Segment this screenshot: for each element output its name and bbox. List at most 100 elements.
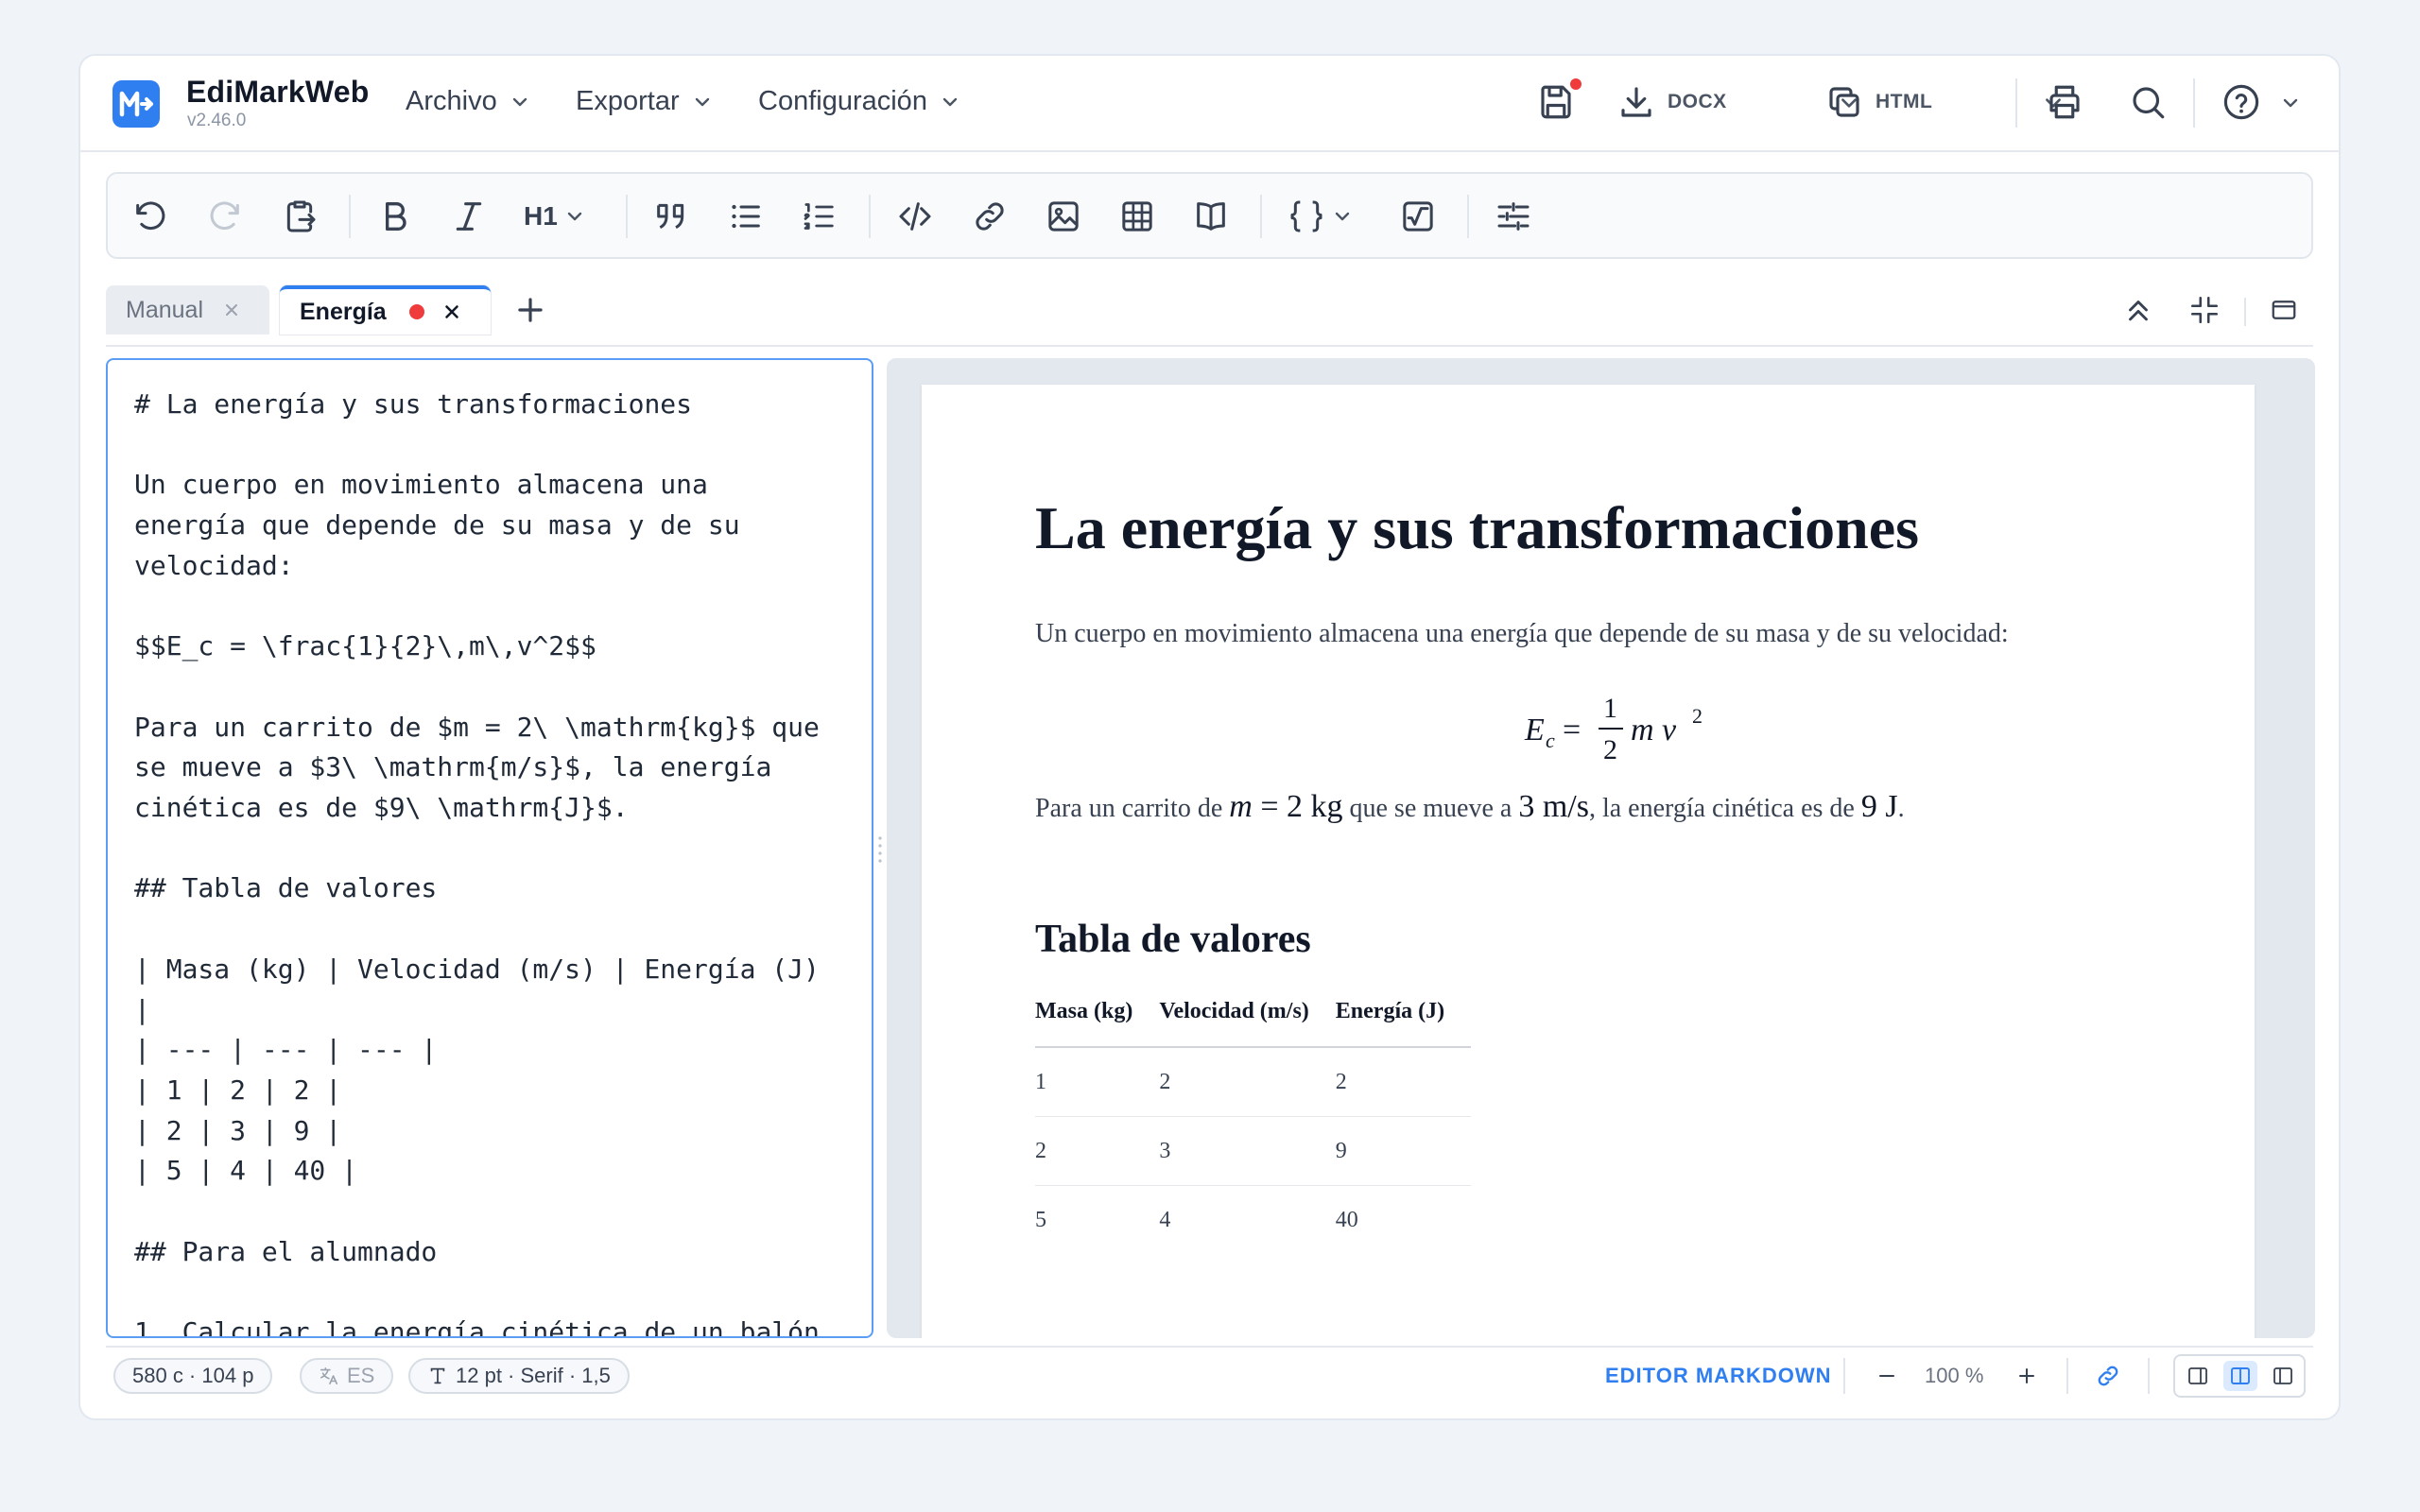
- search-icon: [2133, 87, 2165, 119]
- tabs-underline: [106, 345, 2313, 347]
- plus-icon: [2019, 1368, 2034, 1383]
- markdown-editor[interactable]: # La energía y sus transformaciones Un c…: [106, 358, 873, 1338]
- preview-subtitle: Tabla de valores: [1035, 918, 1311, 961]
- preview-table: Masa (kg) Velocidad (m/s) Energía (J) 1 …: [1035, 999, 1472, 1254]
- font-settings: 12 pt · Serif · 1,5: [456, 1364, 611, 1387]
- help-dropdown[interactable]: [2281, 94, 2300, 112]
- format-settings-button[interactable]: [1495, 198, 1532, 235]
- redo-button[interactable]: [206, 198, 244, 235]
- image-icon: [1048, 201, 1079, 232]
- redo-icon: [210, 201, 239, 231]
- math-inline: m: [1229, 789, 1253, 824]
- sync-scroll-button[interactable]: [2091, 1359, 2125, 1393]
- code-button[interactable]: [896, 198, 934, 235]
- table-header-cell: Energía (J): [1335, 999, 1472, 1048]
- font-settings-badge[interactable]: 12 pt · Serif · 1,5: [408, 1358, 630, 1394]
- reading-button[interactable]: [1192, 198, 1230, 235]
- document-stats-badge[interactable]: 580 c · 104 p: [113, 1358, 273, 1394]
- math-inline: = 2 kg: [1252, 789, 1343, 824]
- export-docx-button[interactable]: DOCX: [1616, 82, 1727, 122]
- collapse-toolbar-button[interactable]: [2122, 294, 2154, 331]
- square-root-icon: [1403, 201, 1433, 232]
- zoom-level: 100 %: [1925, 1364, 1984, 1387]
- close-icon[interactable]: [222, 301, 241, 319]
- text-run: que se mueve a: [1342, 794, 1519, 823]
- toolbar-divider: [869, 195, 871, 238]
- status-divider: [106, 1346, 2313, 1348]
- formula-lhs: E: [1524, 713, 1545, 747]
- help-button[interactable]: [2221, 82, 2261, 122]
- header-divider: [2015, 78, 2017, 128]
- menu-settings[interactable]: Configuración: [758, 86, 959, 117]
- image-button[interactable]: [1045, 198, 1082, 235]
- chevron-down-icon: [942, 97, 958, 106]
- search-button[interactable]: [2128, 82, 2168, 122]
- code-block-dropdown[interactable]: [1288, 198, 1352, 235]
- plus-icon: [518, 298, 543, 322]
- tab-label: Energía: [300, 298, 387, 325]
- tab-manual[interactable]: Manual: [106, 285, 269, 335]
- table-header-cell: Velocidad (m/s): [1159, 999, 1336, 1048]
- copy-html-button[interactable]: HTML: [1824, 82, 1932, 122]
- menu-export[interactable]: Exportar: [576, 86, 712, 117]
- header-bar: EdiMarkWeb v2.46.0 Archivo Exportar Conf…: [80, 56, 2339, 152]
- zoom-in-button[interactable]: [2010, 1359, 2044, 1393]
- formula-rhs: m v: [1631, 713, 1677, 747]
- math-inline: 9 J: [1860, 789, 1898, 824]
- toolbar-divider: [349, 195, 351, 238]
- braces-icon: [1290, 200, 1322, 232]
- link-icon: [2098, 1366, 2118, 1386]
- table-cell: 2: [1335, 1047, 1472, 1117]
- view-preview-only-button[interactable]: [2266, 1361, 2300, 1391]
- minimize-button[interactable]: [2188, 294, 2221, 331]
- link-icon: [976, 202, 1004, 231]
- minimize-icon: [2190, 296, 2219, 324]
- bold-button[interactable]: [376, 198, 414, 235]
- status-divider-v: [2148, 1358, 2150, 1394]
- text-run: Para un carrito de: [1035, 794, 1230, 823]
- language-badge[interactable]: ES: [300, 1358, 394, 1394]
- app-version: v2.46.0: [187, 111, 247, 130]
- table-row: 2 3 9: [1035, 1116, 1472, 1186]
- quote-icon: [657, 203, 684, 230]
- math-inline: 3 m/s: [1518, 789, 1589, 824]
- table-button[interactable]: [1118, 198, 1156, 235]
- app-name: EdiMarkWeb: [186, 75, 370, 109]
- blockquote-button[interactable]: [652, 198, 690, 235]
- undo-button[interactable]: [131, 198, 169, 235]
- table-icon: [1122, 201, 1152, 232]
- numbered-list-button[interactable]: [801, 198, 838, 235]
- save-button[interactable]: [1536, 82, 1576, 122]
- print-button[interactable]: [2045, 82, 2084, 122]
- table-cell: 1: [1035, 1047, 1160, 1117]
- text-run: .: [1897, 794, 1905, 823]
- tab-energia[interactable]: Energía: [280, 285, 491, 335]
- new-tab-button[interactable]: [512, 292, 548, 333]
- formula-sub: c: [1546, 729, 1555, 752]
- heading-label: H1: [524, 201, 558, 231]
- bullet-list-button[interactable]: [727, 198, 765, 235]
- window-mode-button[interactable]: [2270, 296, 2298, 329]
- sliders-icon: [1497, 202, 1530, 231]
- markdown-source[interactable]: # La energía y sus transformaciones Un c…: [134, 385, 853, 1336]
- window-icon: [2272, 301, 2296, 319]
- menu-file[interactable]: Archivo: [406, 86, 529, 117]
- layout-split-icon: [2231, 1367, 2250, 1384]
- preview-page: La energía y sus transformaciones Un cue…: [922, 385, 2255, 1338]
- chevrons-up-icon: [2129, 301, 2148, 321]
- zoom-out-button[interactable]: [1870, 1359, 1904, 1393]
- formula-button[interactable]: [1399, 198, 1437, 235]
- undo-icon: [136, 201, 165, 231]
- status-divider-v: [1843, 1358, 1845, 1394]
- view-split-button[interactable]: [2223, 1361, 2257, 1391]
- heading-dropdown[interactable]: H1: [524, 198, 584, 235]
- close-icon[interactable]: [441, 301, 462, 322]
- pane-resize-handle[interactable]: [877, 831, 883, 868]
- editor-mode-label[interactable]: EDITOR MARKDOWN: [1605, 1364, 1831, 1388]
- paste-button[interactable]: [281, 198, 319, 235]
- link-button[interactable]: [971, 198, 1009, 235]
- italic-button[interactable]: [450, 198, 488, 235]
- docx-label: DOCX: [1668, 91, 1727, 112]
- view-editor-only-button[interactable]: [2181, 1361, 2215, 1391]
- table-cell: 9: [1335, 1116, 1472, 1186]
